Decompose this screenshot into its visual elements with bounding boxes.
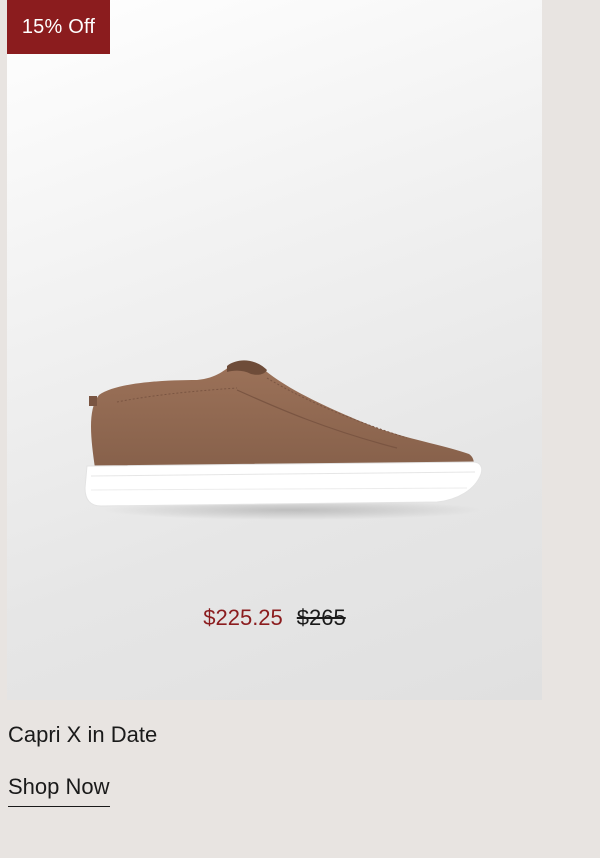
product-card[interactable]: 15% Off $225.25 $265 xyxy=(7,0,542,700)
product-name[interactable]: Capri X in Date xyxy=(8,720,157,750)
slip-on-sneaker-image[interactable] xyxy=(77,350,487,520)
shop-now-link[interactable]: Shop Now xyxy=(8,772,110,807)
price-row: $225.25 $265 xyxy=(7,604,542,632)
sale-price: $225.25 xyxy=(203,605,283,630)
discount-badge: 15% Off xyxy=(7,0,110,54)
original-price: $265 xyxy=(296,605,346,630)
